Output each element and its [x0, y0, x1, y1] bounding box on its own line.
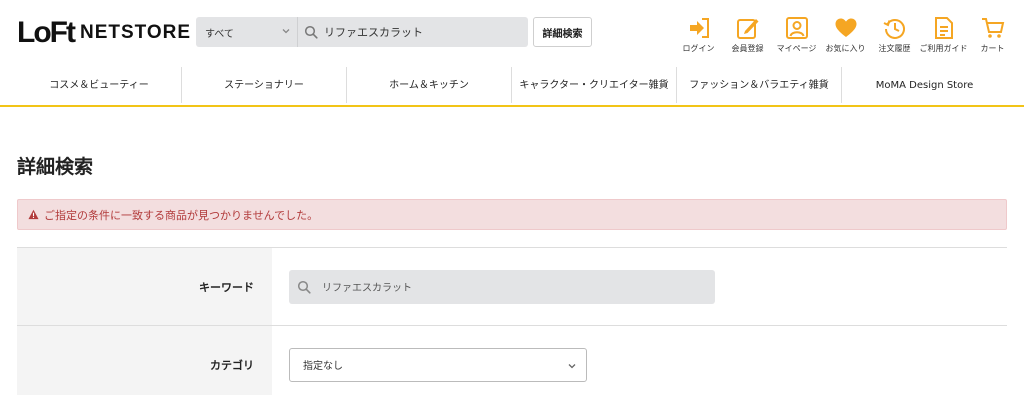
search-icon [297, 280, 311, 294]
keyword-box [289, 269, 715, 304]
category-nav: コスメ＆ビューティー ステーショナリー ホーム＆キッチン キャラクター・クリエイ… [0, 64, 1024, 107]
header: LoFt NETSTORE すべて 詳細検索 ログイン 会員登録 マイページ お… [0, 0, 1024, 64]
keyword-label: キーワード [17, 248, 272, 325]
category-selected-value: 指定なし [303, 361, 343, 372]
cart-icon [981, 18, 1004, 38]
nav-item-home-kitchen[interactable]: ホーム＆キッチン [347, 67, 512, 103]
search-input[interactable] [324, 25, 504, 39]
search-icon [304, 25, 318, 39]
advanced-search-button[interactable]: 詳細検索 [533, 17, 592, 47]
search-form: キーワード カテゴリ 指定なし [17, 247, 1007, 395]
header-history[interactable]: 注文履歴 [870, 16, 919, 54]
nav-item-moma[interactable]: MoMA Design Store [842, 67, 1007, 103]
history-icon [883, 19, 905, 39]
header-mypage-label: マイページ [776, 44, 817, 53]
header-mypage[interactable]: マイページ [772, 16, 821, 54]
global-search: すべて [196, 17, 528, 47]
guide-icon [934, 17, 953, 39]
page-title: 詳細検索 [17, 156, 94, 178]
keyword-row: キーワード [17, 248, 1007, 326]
category-label: カテゴリ [17, 326, 272, 395]
search-scope-select[interactable]: すべて [196, 17, 298, 47]
header-register[interactable]: 会員登録 [723, 16, 772, 54]
header-icons: ログイン 会員登録 マイページ お気に入り 注文履歴 ご利用ガイド カート [674, 16, 1017, 54]
warning-icon [28, 209, 39, 220]
login-icon [689, 18, 709, 38]
search-scope-label: すべて [205, 28, 234, 40]
nav-item-cosme[interactable]: コスメ＆ビューティー [17, 67, 182, 103]
nav-item-character[interactable]: キャラクター・クリエイター雑貨 [512, 67, 677, 103]
logo-main: LoFt [17, 16, 76, 49]
header-register-label: 会員登録 [731, 44, 764, 53]
nav-item-stationery[interactable]: ステーショナリー [182, 67, 347, 103]
chevron-down-icon [568, 363, 576, 368]
logo-sub: NETSTORE [79, 22, 192, 43]
header-favorites[interactable]: お気に入り [821, 16, 870, 54]
category-field-cell: 指定なし [272, 326, 1007, 395]
keyword-input[interactable] [322, 281, 702, 292]
header-history-label: 注文履歴 [878, 44, 911, 53]
category-select[interactable]: 指定なし [289, 347, 587, 382]
chevron-down-icon [282, 29, 290, 34]
header-login[interactable]: ログイン [674, 16, 723, 54]
mypage-icon [785, 17, 808, 39]
alert-message: ご指定の条件に一致する商品が見つかりませんでした。 [44, 208, 319, 222]
header-cart-label: カート [980, 44, 1005, 53]
category-row: カテゴリ 指定なし [17, 326, 1007, 395]
nav-item-fashion[interactable]: ファッション＆バラエティ雑貨 [677, 67, 842, 103]
header-cart[interactable]: カート [968, 16, 1017, 54]
heart-icon [835, 18, 856, 37]
site-logo[interactable]: LoFt NETSTORE [17, 16, 191, 50]
header-guide[interactable]: ご利用ガイド [919, 16, 968, 54]
header-login-label: ログイン [682, 44, 715, 53]
header-favorites-label: お気に入り [825, 44, 866, 53]
search-field [300, 17, 528, 47]
no-results-alert: ご指定の条件に一致する商品が見つかりませんでした。 [17, 199, 1007, 230]
register-icon [736, 19, 758, 39]
keyword-field-cell [272, 248, 1007, 325]
header-guide-label: ご利用ガイド [919, 44, 968, 53]
